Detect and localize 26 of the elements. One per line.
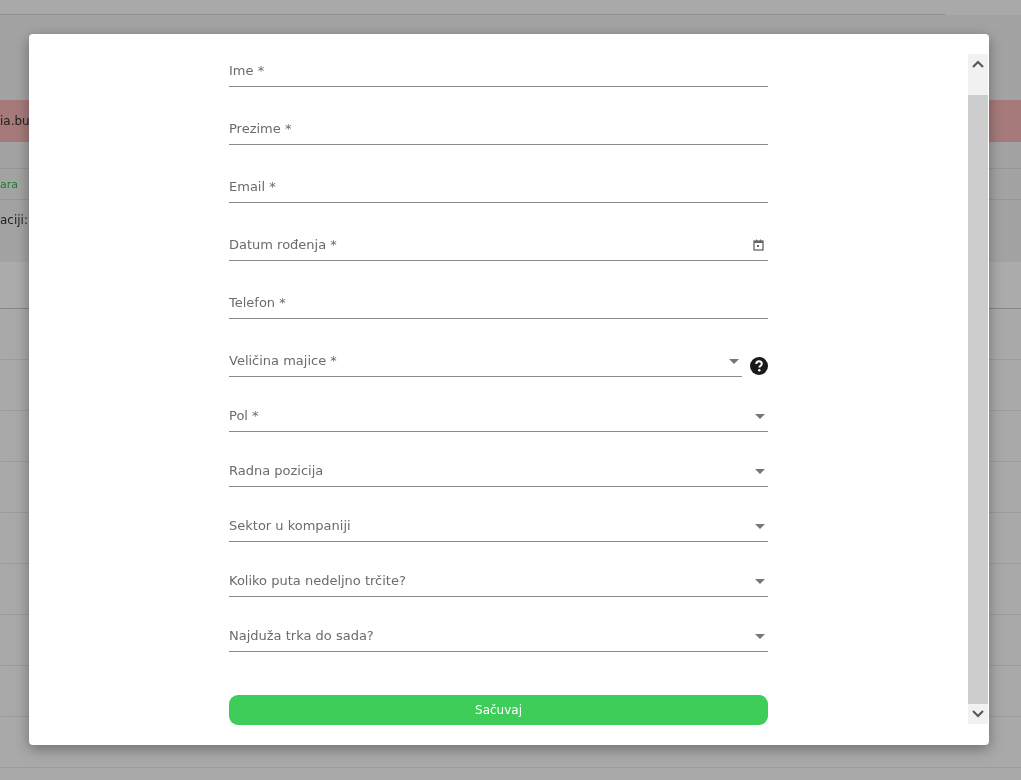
dropdown-caret-icon[interactable]: [755, 413, 765, 419]
scroll-up-button[interactable]: [968, 54, 988, 95]
banner-text: ia.bu: [0, 114, 30, 128]
select-field[interactable]: Koliko puta nedeljno trčite?: [229, 565, 768, 597]
dropdown-caret-icon[interactable]: [729, 358, 739, 364]
input-field[interactable]: Email *: [229, 171, 768, 203]
input-field[interactable]: Prezime *: [229, 113, 768, 145]
chevron-down-icon: [972, 710, 984, 718]
select-field[interactable]: Sektor u kompaniji: [229, 510, 768, 542]
dropdown-caret-icon[interactable]: [755, 633, 765, 639]
dropdown-caret-icon[interactable]: [755, 578, 765, 584]
scrollbar[interactable]: [968, 54, 988, 724]
dropdown-caret-icon[interactable]: [755, 523, 765, 529]
calendar-icon[interactable]: [753, 239, 764, 251]
label-text: aciji:: [0, 213, 28, 227]
help-icon[interactable]: [750, 357, 768, 375]
chevron-up-icon: [972, 60, 984, 68]
input-field[interactable]: Ime *: [229, 55, 768, 87]
select-field[interactable]: Veličina majice *: [229, 345, 742, 377]
input-field[interactable]: Telefon *: [229, 287, 768, 319]
dropdown-caret-icon[interactable]: [755, 468, 765, 474]
select-field[interactable]: Pol *: [229, 400, 768, 432]
date-field[interactable]: Datum rođenja *: [229, 229, 768, 261]
scroll-down-button[interactable]: [968, 704, 988, 724]
select-field[interactable]: Radna pozicija: [229, 455, 768, 487]
select-field[interactable]: Najduža trka do sada?: [229, 620, 768, 652]
